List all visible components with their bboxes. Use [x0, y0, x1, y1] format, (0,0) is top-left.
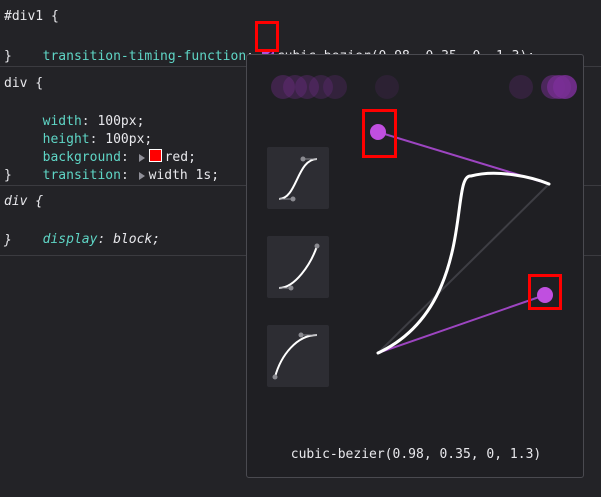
rule-close-brace: } [4, 233, 12, 248]
declaration-display: display: block; [42, 232, 161, 247]
declaration-transition-timing-function: transition-timing-function: cubic-bezier… [27, 30, 535, 64]
control-point-2 [537, 287, 553, 303]
rule-close-brace: } [4, 168, 12, 183]
rule-close-brace: } [4, 49, 12, 64]
control-point-1 [370, 124, 386, 140]
selector-div-useragent: div { [4, 194, 44, 209]
declaration-background: background: red; [42, 149, 196, 165]
selector-div1[interactable]: #div1 { [4, 8, 59, 26]
timing-curve [376, 171, 551, 355]
linear-reference-line [377, 183, 550, 354]
property-value: block; [113, 232, 161, 247]
control-handle-line-1 [377, 294, 546, 354]
property-value[interactable]: width 1s; [149, 168, 219, 183]
property-name: display [42, 232, 98, 247]
declaration-width: width: 100px; [42, 114, 145, 129]
declaration-height: height: 100px; [42, 132, 153, 147]
cubic-bezier-editor-popup[interactable]: cubic-bezier(0.98, 0.35, 0, 1.3) [246, 54, 584, 478]
rule-separator [0, 255, 246, 256]
selector-div[interactable]: div { [4, 75, 43, 93]
declaration-transition: transition: width 1s; [42, 168, 220, 183]
rule-separator [584, 255, 601, 256]
bezier-readout: cubic-bezier(0.98, 0.35, 0, 1.3) [290, 447, 542, 462]
property-name[interactable]: transition [43, 168, 121, 183]
expand-twisty-icon[interactable] [138, 171, 145, 180]
property-name[interactable]: transition-timing-function [43, 49, 247, 64]
bezier-curve-canvas[interactable] [247, 55, 585, 479]
